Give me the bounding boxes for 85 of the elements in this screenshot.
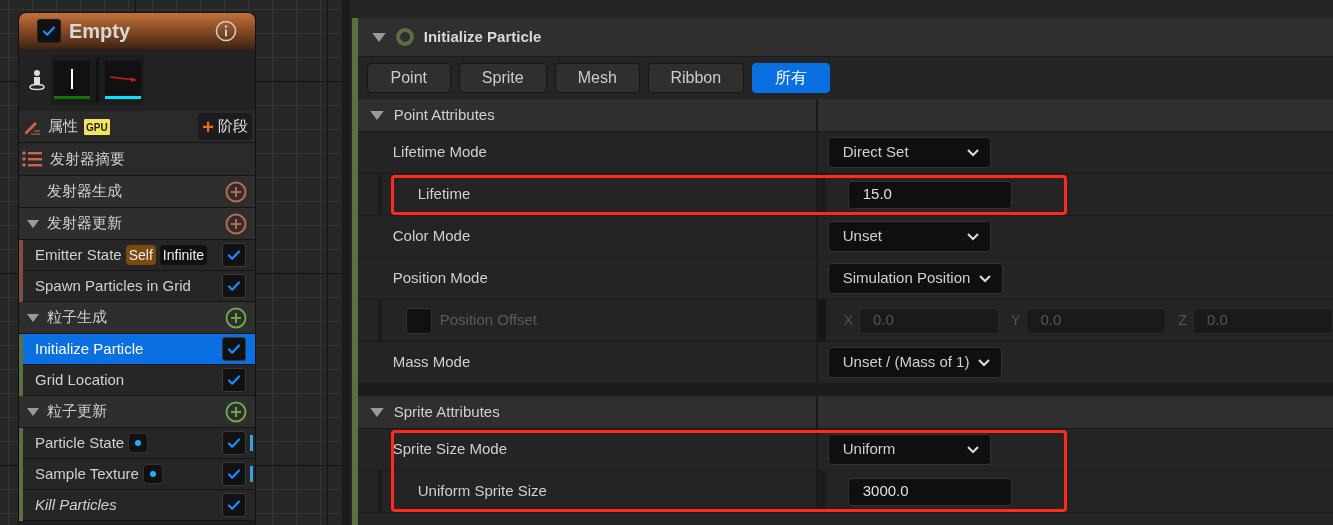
collapse-arrow-icon[interactable] xyxy=(27,313,39,322)
add-icon[interactable] xyxy=(225,306,247,329)
number-field[interactable]: 15.0 xyxy=(847,180,1012,209)
checkmark-icon xyxy=(226,247,242,263)
module-label: Particle State xyxy=(35,432,125,453)
chevron-down-icon xyxy=(978,273,993,284)
filter-tab[interactable]: Point xyxy=(366,63,451,93)
checkbox[interactable] xyxy=(222,274,246,298)
arrow-preview-icon xyxy=(105,61,141,99)
stage-header[interactable]: 粒子更新 xyxy=(19,396,255,428)
module-label: Spawn Particles in Grid xyxy=(35,275,191,296)
module-label: Sample Texture xyxy=(35,463,139,484)
node-title: Empty xyxy=(69,19,132,44)
checkbox[interactable] xyxy=(222,337,246,361)
chevron-down-icon xyxy=(977,357,992,368)
checkbox[interactable] xyxy=(37,19,61,43)
module-row[interactable]: Emitter State Self Infinite xyxy=(19,240,255,271)
stage-header[interactable]: 发射器更新 xyxy=(19,208,255,240)
checkmark-icon xyxy=(226,341,242,357)
property-label: Uniform Sprite Size xyxy=(417,481,547,502)
checkmark-icon xyxy=(226,466,242,482)
info-icon[interactable] xyxy=(215,20,237,42)
scope-badge: Self xyxy=(125,245,156,265)
checkbox[interactable] xyxy=(222,431,246,455)
checkmark-icon xyxy=(226,497,242,513)
dot-badge xyxy=(142,464,163,484)
list-icon xyxy=(22,151,42,167)
checkbox[interactable] xyxy=(222,243,246,267)
person-icon xyxy=(29,69,45,91)
add-stage-button[interactable]: + 阶段 xyxy=(198,113,252,140)
checkmark-icon xyxy=(226,435,242,451)
filter-tab[interactable]: 所有 xyxy=(751,63,830,93)
filter-tab[interactable]: Ribbon xyxy=(647,63,744,93)
checkbox[interactable] xyxy=(222,368,246,392)
dot-badge xyxy=(128,433,149,453)
property-label: Lifetime Mode xyxy=(392,142,487,163)
add-icon[interactable] xyxy=(225,400,247,423)
dropdown[interactable]: Unset xyxy=(827,221,991,252)
collapse-arrow-icon[interactable] xyxy=(27,219,39,228)
number-field[interactable]: 3000.0 xyxy=(847,477,1012,506)
add-icon[interactable] xyxy=(225,180,247,203)
property-label: Lifetime xyxy=(417,184,471,205)
module-header[interactable]: Initialize Particle xyxy=(357,18,1333,57)
stage-header[interactable]: 粒子生成 xyxy=(19,302,255,334)
collapse-arrow-icon[interactable] xyxy=(369,110,384,120)
module-label: Initialize Particle xyxy=(35,338,144,359)
dropdown[interactable]: Uniform xyxy=(827,434,991,465)
module-label: Kill Particles xyxy=(35,494,117,515)
filter-tab[interactable]: Sprite xyxy=(458,63,547,93)
filter-tab[interactable]: Mesh xyxy=(554,63,640,93)
chevron-down-icon xyxy=(965,147,980,158)
gpu-badge: GPU xyxy=(84,118,110,135)
dropdown[interactable]: Unset / (Mass of 1) xyxy=(827,347,1003,378)
module-row[interactable]: Kill Particles xyxy=(19,490,255,521)
stage-header[interactable]: 发射器生成 xyxy=(19,176,255,208)
module-label: Emitter State xyxy=(35,244,122,265)
dropdown[interactable]: Direct Set xyxy=(827,137,991,168)
module-row[interactable]: Spawn Particles in Grid xyxy=(19,271,255,302)
property-label: Mass Mode xyxy=(392,352,471,373)
module-row[interactable]: Sample Texture xyxy=(19,459,255,490)
collapse-arrow-icon[interactable] xyxy=(369,407,384,417)
checkmark-icon xyxy=(226,278,242,294)
ring-icon xyxy=(395,28,414,46)
value-badge: Infinite xyxy=(159,245,208,265)
chevron-down-icon xyxy=(965,231,980,242)
particle-preview-icon xyxy=(54,61,90,99)
module-label: Grid Location xyxy=(35,369,125,390)
collapse-arrow-icon[interactable] xyxy=(27,407,39,416)
checkmark-icon xyxy=(41,23,57,39)
summary-label: 发射器摘要 xyxy=(50,148,125,169)
checkmark-icon xyxy=(226,372,242,388)
properties-label: 属性 xyxy=(48,116,78,137)
property-label: Position Mode xyxy=(392,268,488,289)
dropdown[interactable]: Simulation Position xyxy=(827,263,1004,294)
module-row[interactable]: Particle State xyxy=(19,428,255,459)
property-label: Color Mode xyxy=(392,226,471,247)
property-label: Sprite Size Mode xyxy=(392,439,507,460)
summary-row[interactable]: 发射器摘要 xyxy=(19,143,255,176)
module-row[interactable]: Initialize Particle xyxy=(19,334,255,365)
add-icon[interactable] xyxy=(225,212,247,235)
collapse-arrow-icon[interactable] xyxy=(371,32,386,42)
checkbox[interactable] xyxy=(222,493,246,517)
chevron-down-icon xyxy=(965,444,980,455)
checkbox[interactable] xyxy=(222,462,246,486)
module-row[interactable]: Grid Location xyxy=(19,365,255,396)
